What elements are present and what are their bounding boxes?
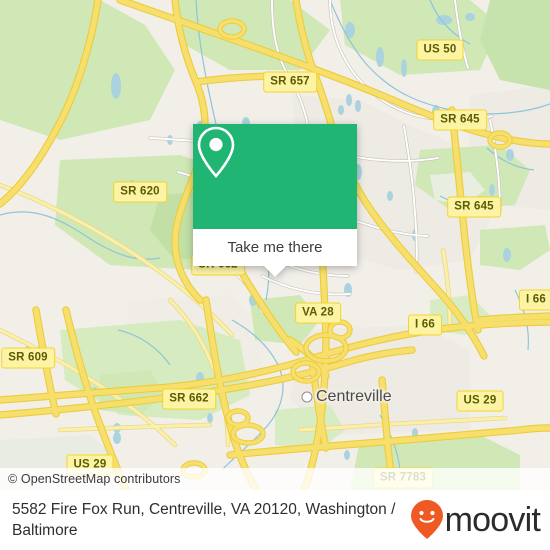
road-shield: SR 662 — [162, 388, 216, 410]
map-canvas[interactable]: US 50 SR 657 SR 645 SR 620 SR 645 SR 662 VA 28… — [0, 0, 550, 490]
popup-image-panel — [193, 124, 357, 229]
road-shield: US 50 — [416, 39, 464, 61]
moovit-pin-smile-icon — [410, 500, 443, 539]
road-shield: VA 28 — [295, 302, 341, 324]
take-me-there-label: Take me there — [227, 239, 323, 256]
road-shield: US 29 — [456, 390, 504, 412]
attribution-text: © OpenStreetMap contributors — [8, 472, 181, 486]
road-shield: SR 609 — [1, 347, 55, 369]
location-popup[interactable]: Take me there — [193, 124, 357, 277]
address-title: 5582 Fire Fox Run, Centreville, VA 20120… — [12, 501, 396, 539]
road-shield: SR 645 — [447, 196, 501, 218]
moovit-wordmark: moovit — [444, 501, 541, 539]
road-shield: SR 620 — [113, 181, 167, 203]
road-shield: I 66 — [519, 289, 550, 311]
take-me-there-button[interactable]: Take me there — [193, 229, 357, 266]
footer-bar: 5582 Fire Fox Run, Centreville, VA 20120… — [0, 490, 550, 550]
road-shield: SR 645 — [433, 109, 487, 131]
map-pin-icon — [197, 126, 235, 178]
road-shield: SR 657 — [263, 71, 317, 93]
place-marker-dot — [301, 391, 313, 403]
road-shield: I 66 — [408, 314, 442, 336]
map-attribution-bar: © OpenStreetMap contributors — [0, 468, 550, 490]
map-screenshot: US 50 SR 657 SR 645 SR 620 SR 645 SR 662 VA 28… — [0, 0, 550, 550]
popup-tail — [264, 266, 286, 277]
place-label: Centreville — [316, 388, 392, 405]
moovit-logo: moovit — [410, 499, 541, 541]
